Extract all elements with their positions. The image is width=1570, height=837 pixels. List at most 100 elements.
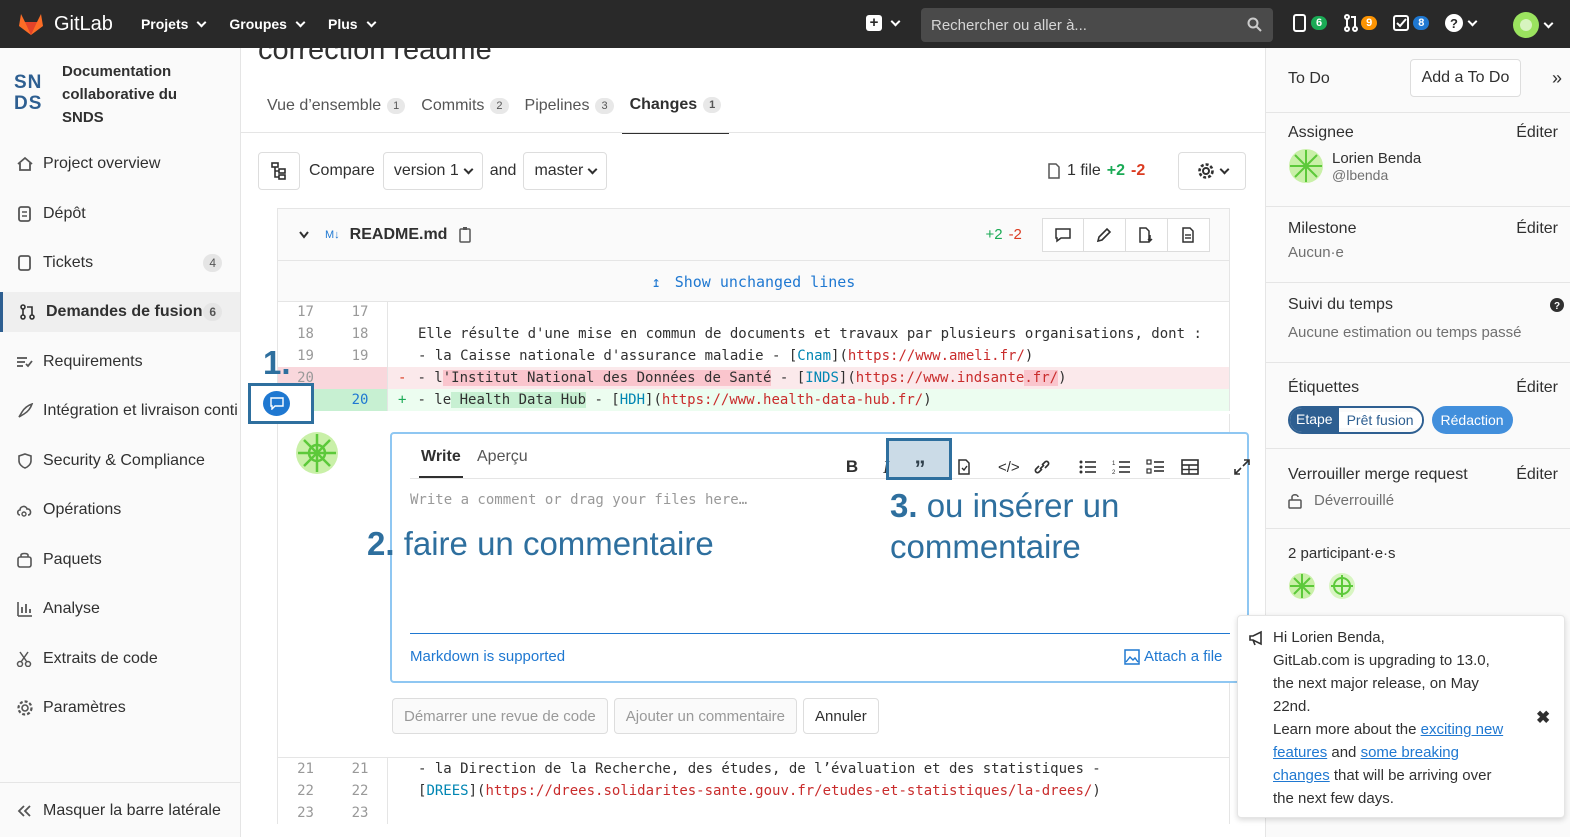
compare-from-dropdown[interactable]: version 1 [382, 152, 483, 190]
scoped-label[interactable]: Etape Prêt fusion [1288, 406, 1424, 434]
sidebar-item-requirements[interactable]: Requirements [0, 342, 240, 382]
sidebar-item-analytics[interactable]: Analyse [0, 589, 240, 629]
new-line-number[interactable]: 19 [333, 345, 388, 367]
assignee-user[interactable]: Lorien Benda @lbenda [1288, 148, 1421, 184]
view-replaced-file-button[interactable] [1125, 217, 1168, 252]
bold-icon[interactable]: B [842, 457, 862, 477]
new-line-number[interactable]: 21 [333, 758, 388, 780]
show-unchanged-lines-link[interactable]: ↥ Show unchanged lines [277, 260, 1230, 302]
edit-file-button[interactable] [1083, 217, 1126, 252]
tab-changes[interactable]: Changes 1 [621, 92, 730, 134]
broadcast-message: Hi Lorien Benda, GitLab.com is upgrading… [1237, 615, 1565, 818]
task-list-icon[interactable] [1146, 458, 1166, 476]
new-line-number[interactable] [333, 367, 388, 389]
view-file-button[interactable] [1167, 217, 1210, 252]
old-line-number[interactable]: 21 [278, 758, 333, 780]
new-line-number[interactable]: 22 [333, 780, 388, 802]
add-comment-button[interactable]: Ajouter un commentaire [613, 698, 798, 734]
sidebar-item-project-overview[interactable]: Project overview [0, 144, 240, 184]
menu-projects[interactable]: Projets [141, 16, 207, 32]
breaking-changes-link[interactable]: some breaking [1361, 744, 1459, 761]
add-comment-line-button[interactable] [263, 391, 290, 416]
sidebar-item-ci-cd[interactable]: Intégration et livraison conti [0, 391, 240, 431]
exciting-features-link[interactable]: features [1273, 744, 1327, 761]
new-dropdown-button[interactable]: + [866, 15, 901, 31]
sidebar-item-operations[interactable]: Opérations [0, 490, 240, 530]
diff-settings-dropdown[interactable] [1178, 152, 1246, 190]
breaking-changes-link[interactable]: changes [1273, 767, 1330, 784]
sidebar-item-repository[interactable]: Dépôt [0, 194, 240, 234]
issues-shortcut[interactable]: 6 [1293, 14, 1328, 32]
search-input[interactable] [921, 8, 1273, 42]
exciting-features-link[interactable]: exciting new [1421, 721, 1504, 738]
bullet-list-icon[interactable] [1078, 458, 1098, 476]
file-name[interactable]: README.md [350, 226, 448, 244]
new-line-number[interactable]: 23 [333, 802, 388, 824]
help-dropdown[interactable]: ? [1445, 14, 1478, 32]
broadcast-line: the next few days. [1273, 790, 1394, 807]
tab-write[interactable]: Write [419, 448, 463, 478]
menu-more[interactable]: Plus [328, 16, 377, 32]
sidebar-item-snippets[interactable]: Extraits de code [0, 639, 240, 679]
tab-overview[interactable]: Vue d’ensemble 1 [259, 92, 413, 134]
collapse-sidebar-button[interactable]: Masquer la barre latérale [0, 791, 240, 831]
help-icon[interactable]: ? [1550, 298, 1564, 312]
table-icon[interactable] [1180, 458, 1200, 476]
chevron-down-icon[interactable] [298, 230, 310, 240]
merge-requests-shortcut[interactable]: 9 [1343, 14, 1378, 32]
compare-label: Compare [309, 162, 375, 179]
compare-to-dropdown[interactable]: master [523, 152, 608, 190]
tab-commits[interactable]: Commits 2 [413, 92, 516, 134]
old-line-number[interactable]: 17 [278, 301, 333, 323]
numbered-list-icon[interactable]: 12 [1112, 458, 1132, 476]
tab-pipelines[interactable]: Pipelines 3 [517, 92, 622, 134]
line-content: -- l'Institut National des Données de Sa… [388, 367, 1067, 389]
milestone-edit-link[interactable]: Éditer [1516, 220, 1558, 238]
code-icon[interactable]: </> [998, 459, 1020, 476]
menu-groups[interactable]: Groupes [229, 16, 306, 32]
new-line-number[interactable]: 18 [333, 323, 388, 345]
assignee-edit-link[interactable]: Éditer [1516, 124, 1558, 142]
lock-edit-link[interactable]: Éditer [1516, 466, 1558, 484]
avatar[interactable] [1288, 572, 1316, 600]
gear-icon [1197, 163, 1214, 179]
tab-preview[interactable]: Aperçu [477, 448, 528, 466]
copy-icon[interactable] [459, 226, 473, 243]
old-line-number[interactable]: 18 [278, 323, 333, 345]
file-tree-toggle-button[interactable] [258, 152, 300, 190]
link-icon[interactable] [1032, 458, 1052, 476]
sidebar-item-security[interactable]: Security & Compliance [0, 441, 240, 481]
diff-stats: 1 file +2 -2 [1047, 162, 1145, 180]
cancel-button[interactable]: Annuler [803, 698, 879, 734]
label-redaction[interactable]: Rédaction [1431, 406, 1513, 434]
comment-icon [1055, 227, 1071, 242]
sidebar-item-merge-requests[interactable]: Demandes de fusion 6 [0, 292, 240, 332]
sidebar-item-issues[interactable]: Tickets 4 [0, 243, 240, 283]
project-header[interactable]: SN DS Documentation collaborative du SNDS [0, 48, 240, 129]
double-chevron-right-icon[interactable]: » [1552, 68, 1562, 89]
close-icon[interactable]: ✖ [1536, 706, 1550, 729]
sidebar-item-packages[interactable]: Paquets [0, 540, 240, 580]
toggle-comments-button[interactable] [1041, 217, 1084, 252]
search-icon [1247, 17, 1262, 32]
divider [0, 782, 240, 783]
new-line-number[interactable]: 17 [333, 301, 388, 323]
avatar[interactable] [1328, 572, 1356, 600]
chevron-down-icon [1543, 18, 1554, 28]
new-line-number[interactable]: 20 [333, 389, 388, 411]
start-review-button[interactable]: Démarrer une revue de code [392, 698, 608, 734]
attach-file-link[interactable]: Attach a file [1124, 648, 1222, 665]
assignee-handle: @lbenda [1332, 166, 1389, 183]
old-line-number[interactable]: 22 [278, 780, 333, 802]
user-avatar-menu[interactable] [1513, 12, 1554, 38]
labels-edit-link[interactable]: Éditer [1516, 379, 1558, 397]
sidebar-item-settings[interactable]: Paramètres [0, 688, 240, 728]
old-line-number[interactable]: 23 [278, 802, 333, 824]
line-content: Elle résulte d'une mise en commun de doc… [388, 323, 1202, 345]
todos-shortcut[interactable]: 8 [1393, 15, 1430, 31]
gitlab-logo[interactable]: GitLab [18, 12, 113, 36]
add-todo-button[interactable]: Add a To Do [1410, 59, 1521, 97]
markdown-help-link[interactable]: Markdown is supported [410, 648, 565, 665]
fullscreen-icon[interactable] [1232, 458, 1252, 476]
line-text: ]( [468, 783, 486, 799]
